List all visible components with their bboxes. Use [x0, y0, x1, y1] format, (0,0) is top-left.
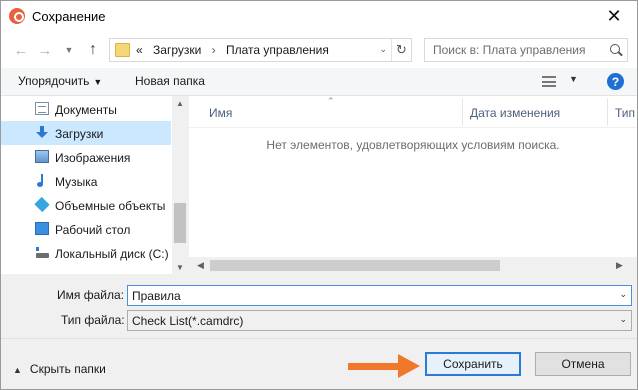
- organize-label: Упорядочить: [18, 74, 90, 88]
- local-disk-icon: [35, 246, 49, 259]
- file-list-scrollbar[interactable]: ◀ ▶: [189, 257, 637, 274]
- chevron-up-icon: ▲: [13, 365, 22, 375]
- column-header-type[interactable]: Тип: [615, 106, 635, 120]
- sidebar-item-label: Документы: [55, 103, 117, 117]
- navigation-pane: Документы Загрузки Изображения Музыка Об…: [1, 96, 188, 274]
- search-input[interactable]: [425, 39, 605, 61]
- chevron-down-icon[interactable]: ⌄: [619, 314, 627, 325]
- new-folder-button[interactable]: Новая папка: [135, 74, 205, 88]
- divider: [1, 338, 637, 339]
- toolbar: Упорядочить ▼ Новая папка ▼ ?: [1, 68, 637, 96]
- breadcrumb: « Загрузки › Плата управления: [136, 43, 336, 57]
- pictures-icon: [35, 150, 49, 163]
- refresh-icon[interactable]: ↻: [391, 39, 411, 61]
- file-list: ⌃ Имя Дата изменения Тип Нет элементов, …: [189, 96, 637, 274]
- forward-arrow-icon[interactable]: →: [35, 40, 55, 60]
- downloads-icon: [35, 126, 49, 139]
- music-icon: [35, 174, 49, 187]
- sidebar-item-label: Музыка: [55, 175, 98, 189]
- organize-button[interactable]: Упорядочить ▼: [18, 74, 102, 88]
- breadcrumb-item-current[interactable]: Плата управления: [226, 43, 329, 57]
- filename-combobox[interactable]: ⌄: [127, 285, 632, 306]
- address-bar[interactable]: « Загрузки › Плата управления ⌄ ↻: [109, 38, 412, 62]
- hide-folders-label: Скрыть папки: [29, 362, 106, 376]
- cancel-button[interactable]: Отмена: [535, 352, 631, 376]
- 3d-objects-icon: [34, 196, 50, 213]
- empty-results-message: Нет элементов, удовлетворяющих условиям …: [266, 138, 560, 152]
- scroll-up-icon[interactable]: ▲: [172, 96, 188, 110]
- breadcrumb-overflow[interactable]: «: [136, 43, 143, 57]
- column-header-name[interactable]: Имя: [209, 106, 232, 120]
- chevron-down-icon[interactable]: ⌄: [619, 289, 627, 300]
- navigation-row: ← → ▼ ↑ « Загрузки › Плата управления ⌄ …: [1, 32, 637, 68]
- scrollbar-thumb[interactable]: [174, 203, 186, 243]
- sidebar-item-pictures[interactable]: Изображения: [1, 145, 171, 169]
- filetype-label: Тип файла:: [61, 313, 125, 327]
- documents-icon: [35, 102, 49, 115]
- sort-ascending-icon: ⌃: [327, 96, 335, 106]
- hide-folders-button[interactable]: ▲ Скрыть папки: [13, 362, 106, 376]
- sidebar-item-label: Изображения: [55, 151, 131, 165]
- orange-pointer-arrow-icon: [348, 354, 422, 378]
- up-arrow-icon[interactable]: ↑: [83, 40, 103, 60]
- details-view-icon: [542, 76, 556, 87]
- column-divider[interactable]: [607, 98, 608, 126]
- sidebar-item-label: Загрузки: [55, 127, 104, 141]
- sidebar-item-label: Локальный диск (C:): [55, 247, 169, 261]
- breadcrumb-separator-icon: ›: [211, 43, 216, 57]
- arrow-head: [398, 354, 420, 378]
- search-icon[interactable]: [610, 44, 620, 54]
- search-box[interactable]: [424, 38, 628, 62]
- scroll-down-icon[interactable]: ▼: [172, 260, 188, 274]
- sidebar-item-3d-objects[interactable]: Объемные объекты: [1, 193, 171, 217]
- filename-label: Имя файла:: [57, 288, 124, 302]
- sidebar-item-label: Рабочий стол: [55, 223, 131, 237]
- sidebar-item-desktop[interactable]: Рабочий стол: [1, 217, 171, 241]
- arrow-shaft: [348, 363, 400, 370]
- title-bar: Сохранение ✕: [1, 1, 637, 32]
- close-button[interactable]: ✕: [591, 1, 637, 32]
- scroll-left-icon[interactable]: ◀: [192, 257, 209, 274]
- sidebar-item-music[interactable]: Музыка: [1, 169, 171, 193]
- filetype-value: Check List(*.camdrc): [132, 314, 244, 328]
- scroll-right-icon[interactable]: ▶: [611, 257, 628, 274]
- desktop-icon: [35, 222, 49, 235]
- folder-icon: [115, 43, 130, 57]
- change-view-button[interactable]: ▼: [542, 74, 578, 90]
- column-headers: ⌃ Имя Дата изменения Тип: [189, 96, 637, 128]
- breadcrumb-item-downloads[interactable]: Загрузки: [153, 43, 201, 57]
- sidebar-item-downloads[interactable]: Загрузки: [1, 121, 171, 145]
- back-arrow-icon[interactable]: ←: [11, 40, 31, 60]
- app-logo-icon: [9, 8, 25, 24]
- column-header-date[interactable]: Дата изменения: [470, 106, 560, 120]
- sidebar-item-label: Объемные объекты: [55, 199, 166, 213]
- window-title: Сохранение: [32, 9, 106, 24]
- address-dropdown-icon[interactable]: ⌄: [379, 44, 387, 55]
- save-dialog: Сохранение ✕ ← → ▼ ↑ « Загрузки › Плата …: [0, 0, 638, 390]
- chevron-down-icon: ▼: [569, 74, 578, 84]
- column-divider[interactable]: [462, 98, 463, 126]
- sidebar-item-local-disk[interactable]: Локальный диск (C:): [1, 241, 171, 265]
- nav-pane-scrollbar[interactable]: ▲ ▼: [172, 96, 188, 274]
- sidebar-item-documents[interactable]: Документы: [1, 97, 171, 121]
- save-button[interactable]: Сохранить: [425, 352, 521, 376]
- filetype-select[interactable]: Check List(*.camdrc) ⌄: [127, 310, 632, 331]
- help-icon[interactable]: ?: [607, 73, 624, 90]
- filename-input[interactable]: [128, 286, 608, 305]
- scrollbar-thumb[interactable]: [210, 260, 500, 271]
- chevron-down-icon: ▼: [93, 77, 103, 87]
- recent-locations-chevron-icon[interactable]: ▼: [63, 40, 75, 60]
